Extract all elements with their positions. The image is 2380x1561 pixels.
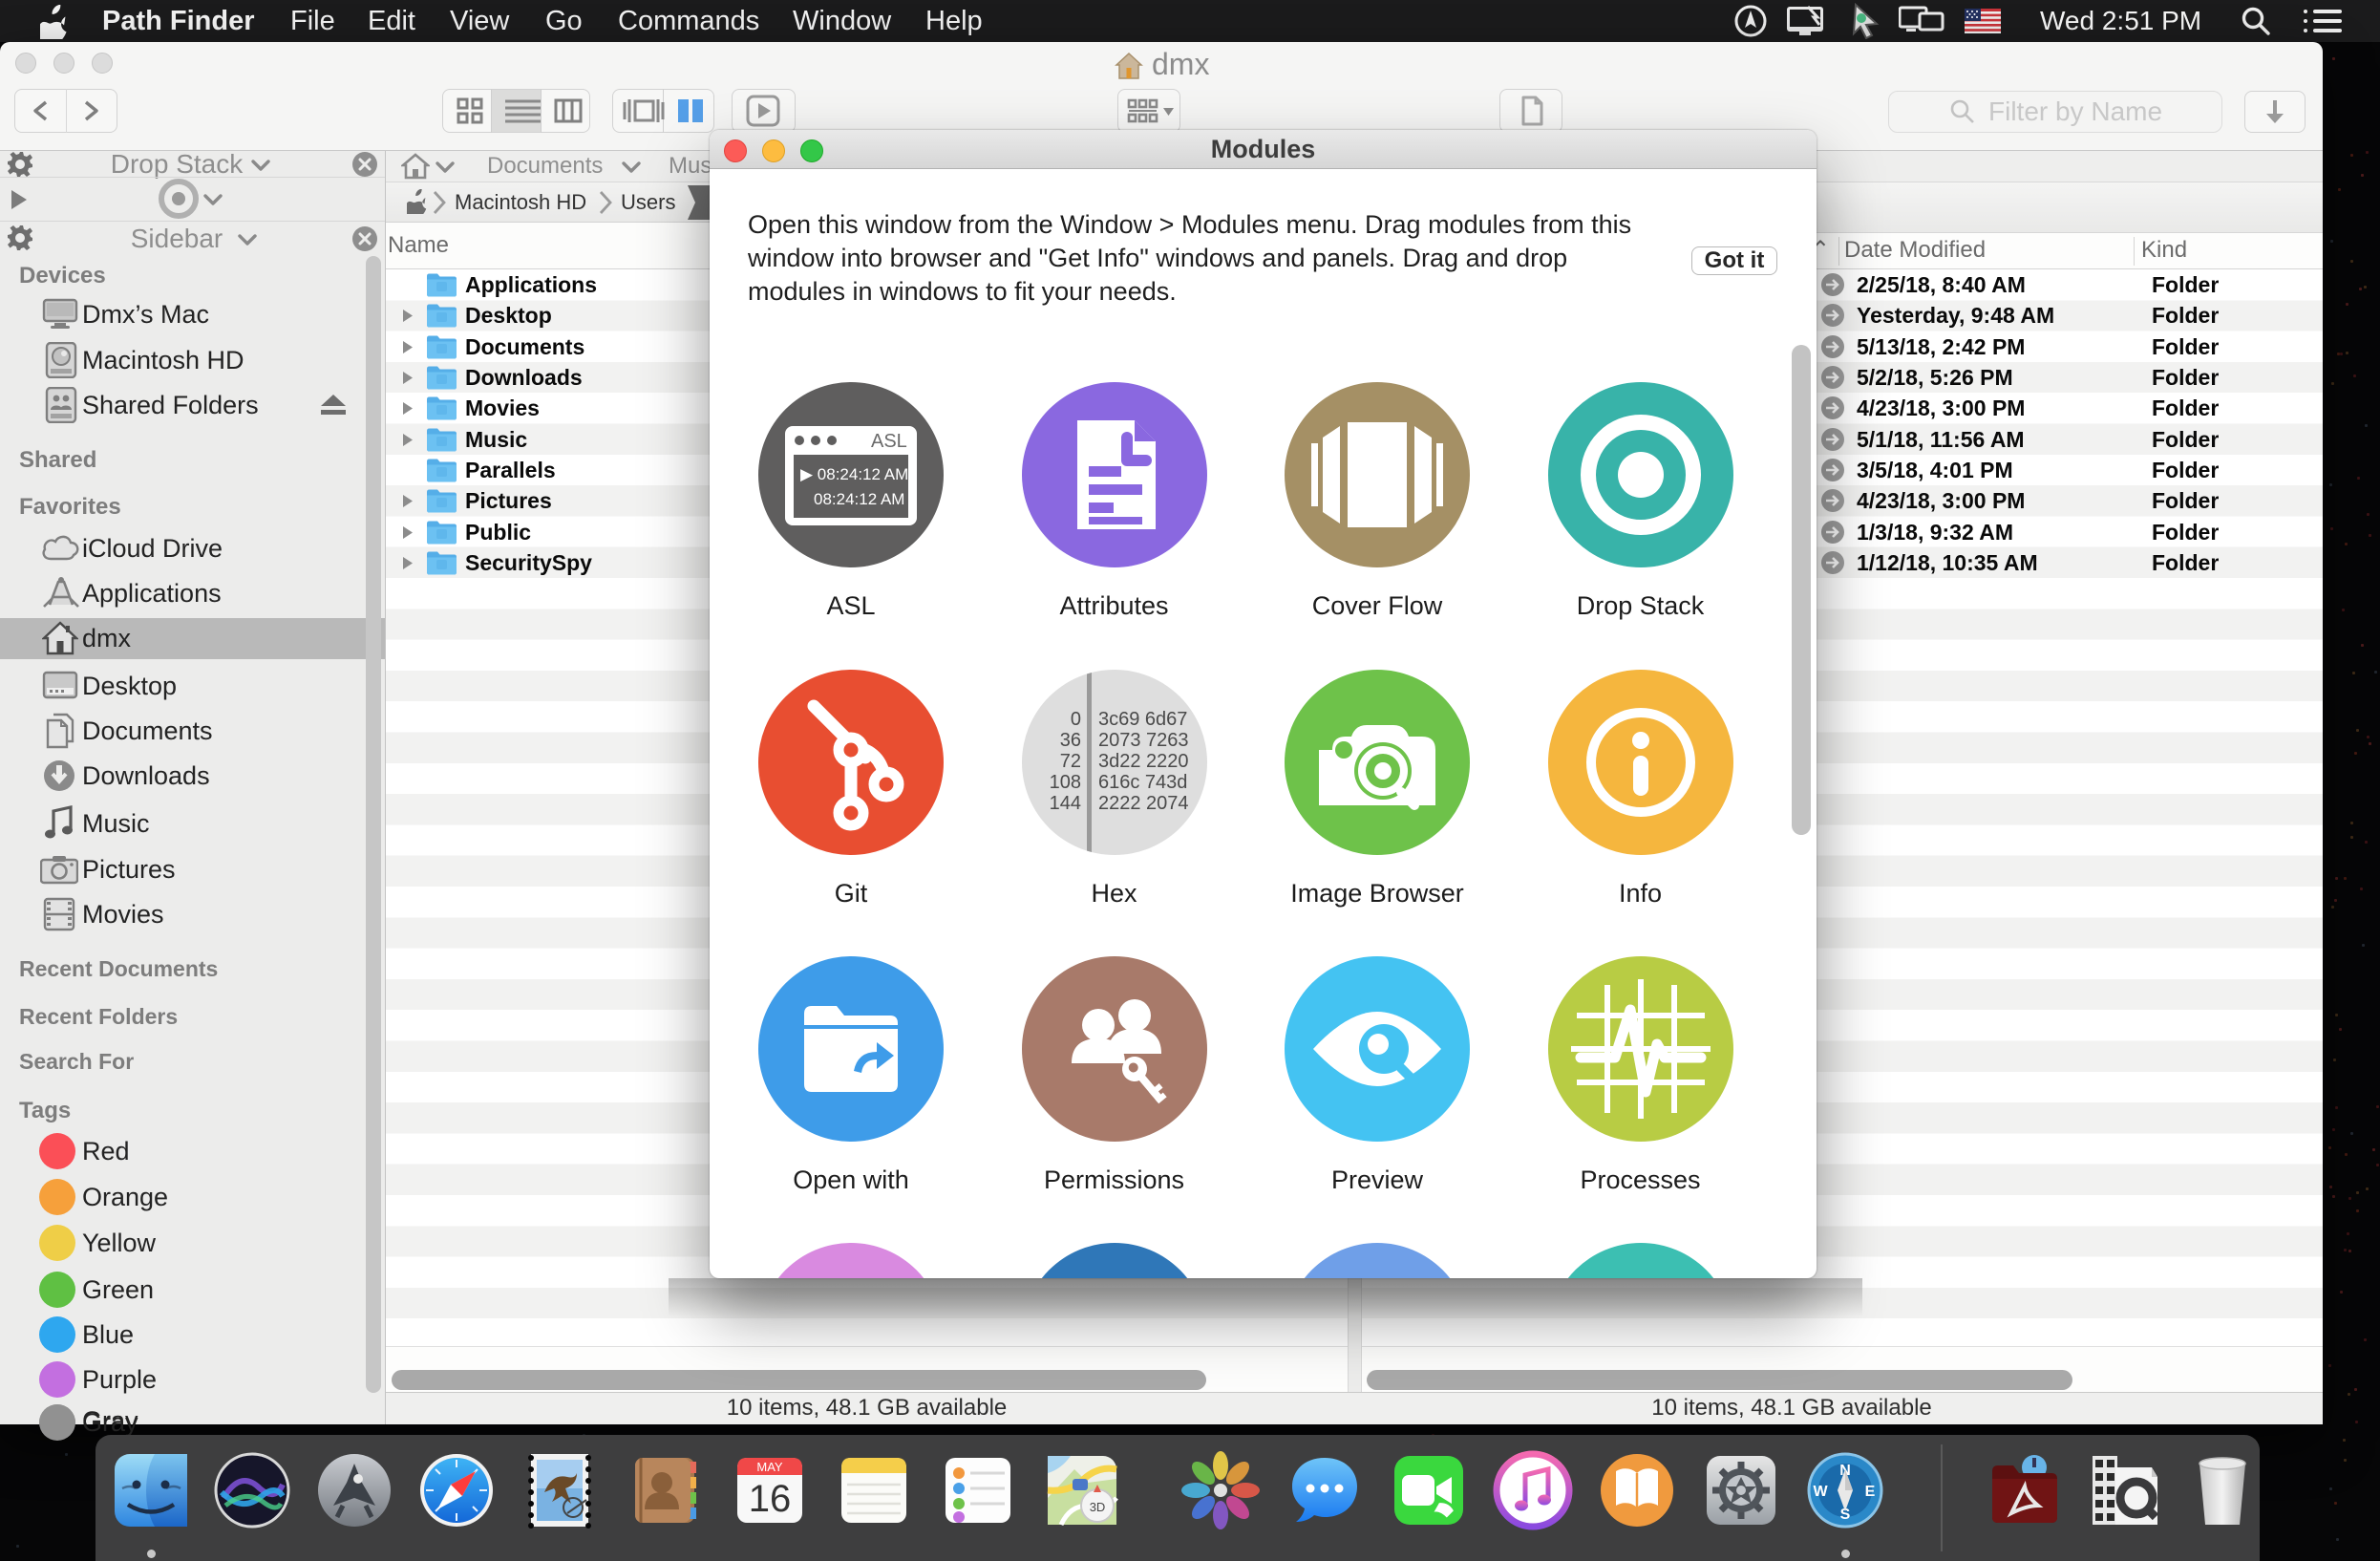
svg-text:W: W <box>1813 1484 1828 1500</box>
svg-text:ASL: ASL <box>871 431 907 452</box>
svg-text:616c 743d: 616c 743d <box>1098 772 1187 793</box>
svg-text:72: 72 <box>1059 751 1080 772</box>
svg-text:3d22 2220: 3d22 2220 <box>1098 751 1189 772</box>
svg-text:E: E <box>1865 1484 1876 1500</box>
svg-text:144: 144 <box>1049 793 1080 814</box>
svg-text:0: 0 <box>1070 709 1080 730</box>
svg-text:3c69 6d67: 3c69 6d67 <box>1098 709 1187 730</box>
svg-text:MAY: MAY <box>756 1460 783 1474</box>
svg-text:▶ 08:24:12 AM: ▶ 08:24:12 AM <box>800 465 908 483</box>
svg-text:2222 2074: 2222 2074 <box>1098 793 1189 814</box>
svg-text:108: 108 <box>1049 772 1080 793</box>
svg-text:08:24:12 AM: 08:24:12 AM <box>814 490 904 508</box>
svg-text:36: 36 <box>1059 730 1080 751</box>
svg-text:16: 16 <box>749 1478 792 1520</box>
svg-text:3D: 3D <box>1090 1500 1106 1514</box>
svg-text:2073 7263: 2073 7263 <box>1098 730 1189 751</box>
